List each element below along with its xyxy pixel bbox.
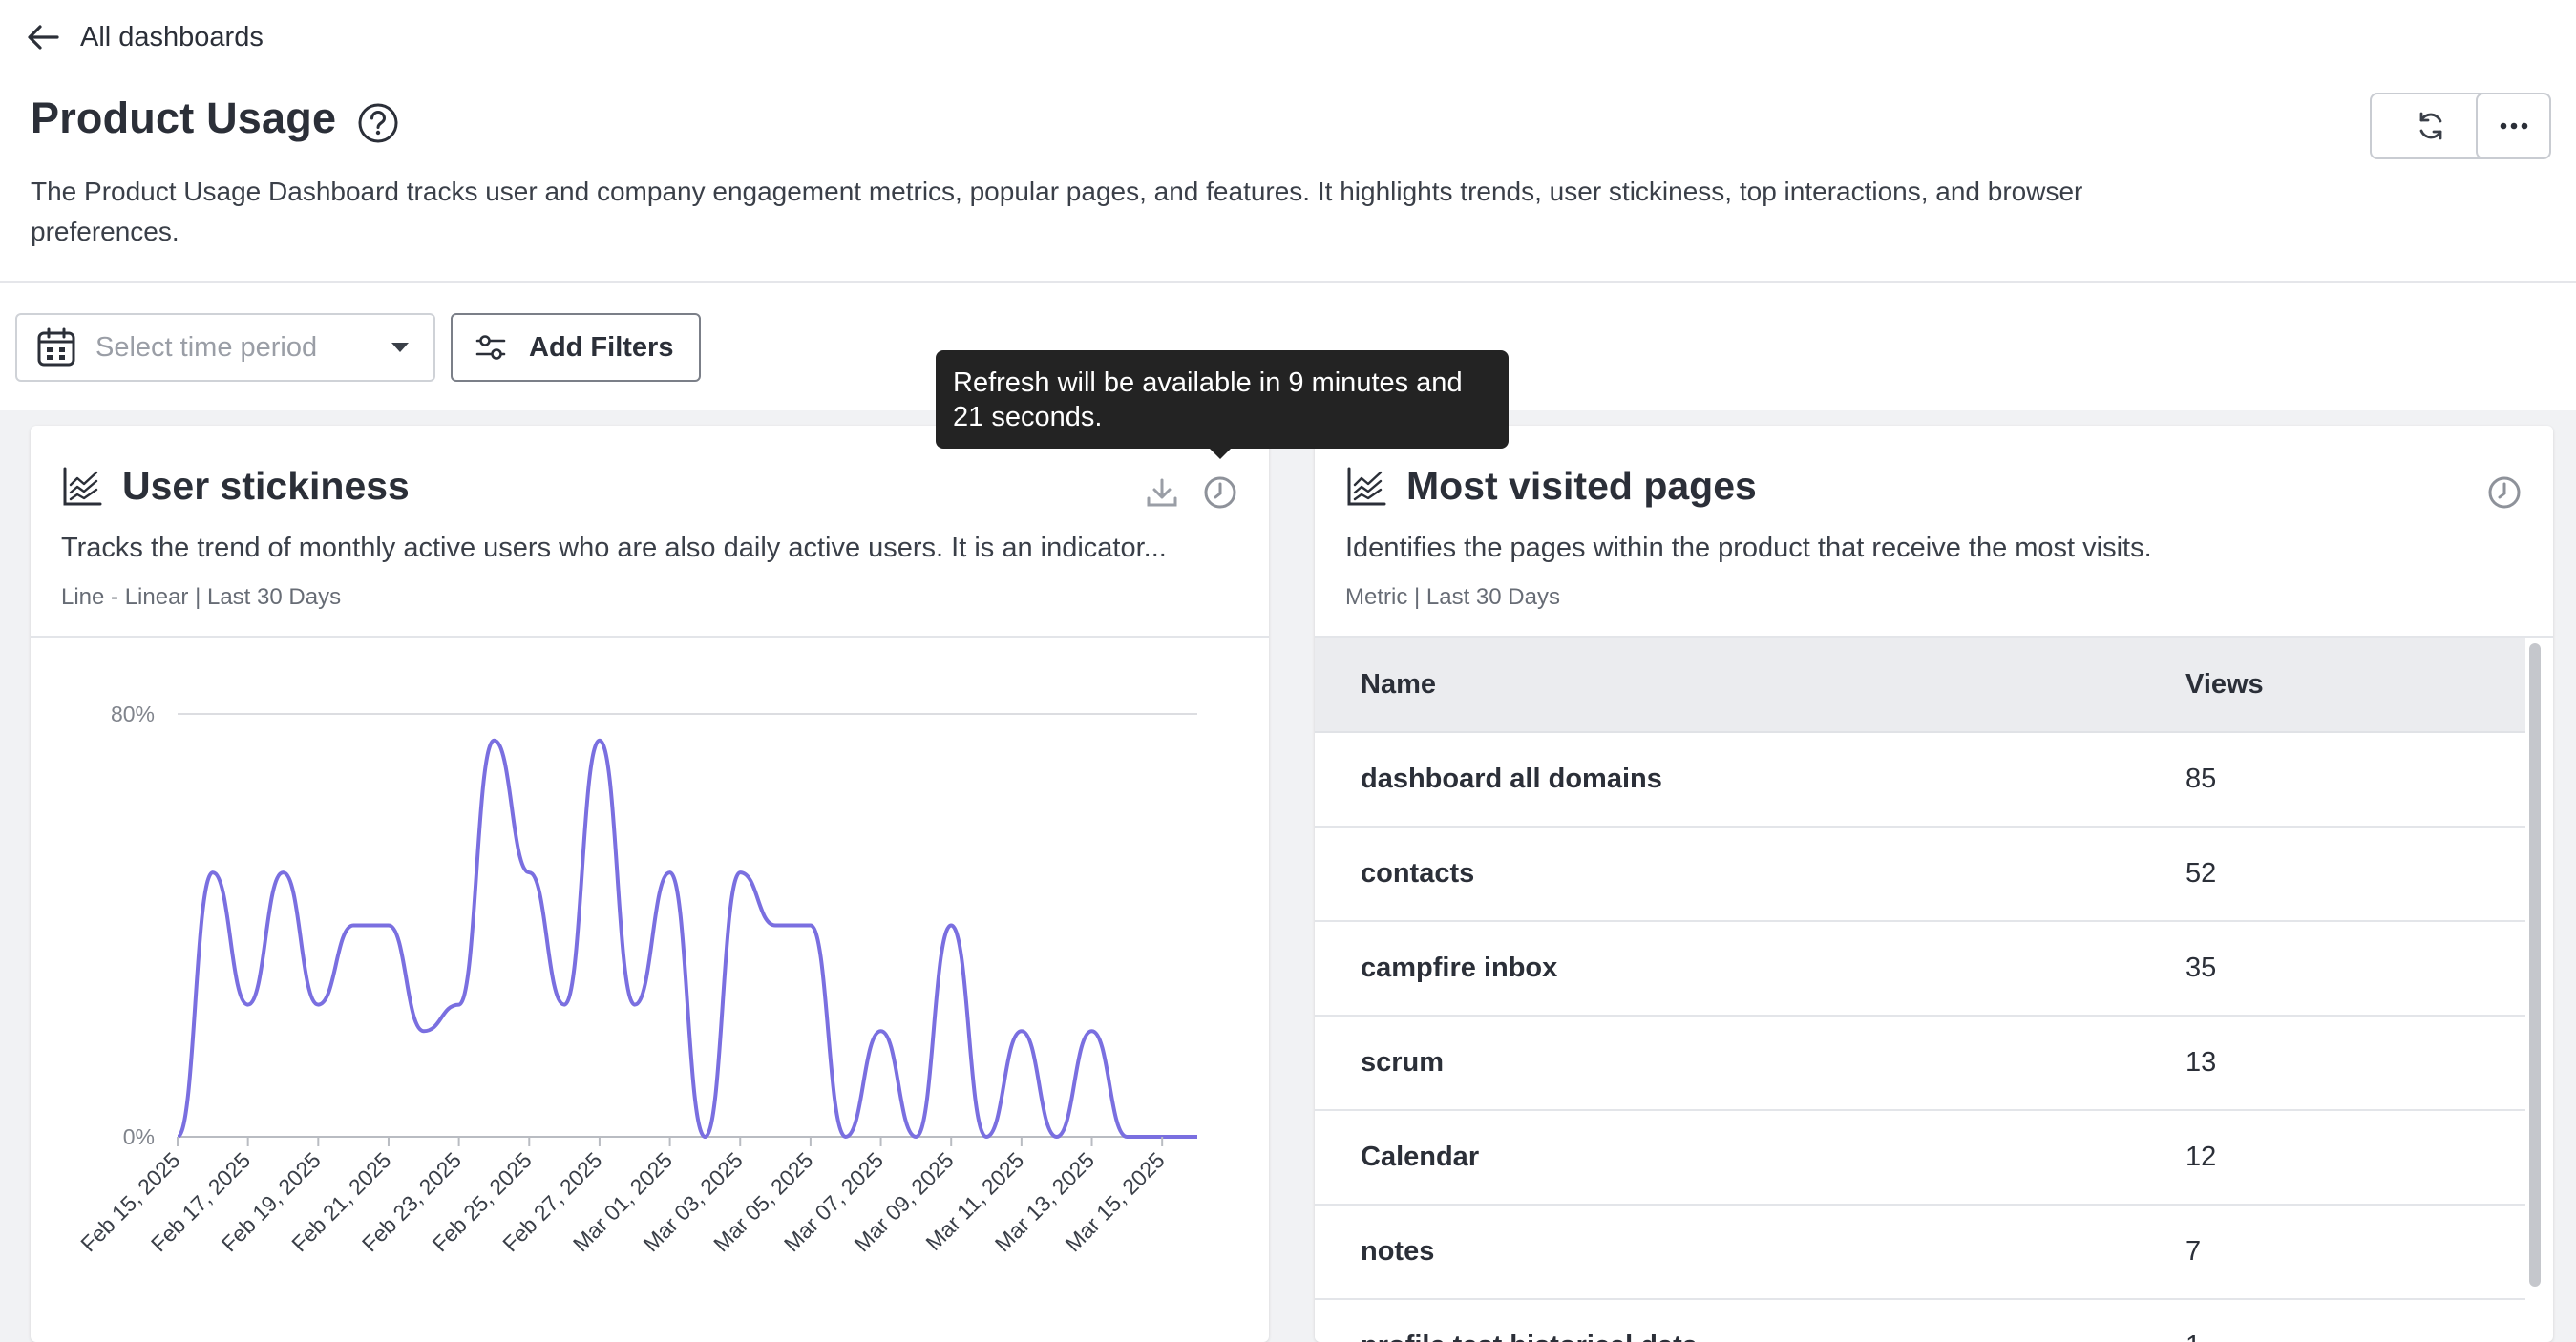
line-chart-icon [63, 467, 102, 506]
table-row[interactable]: scrum 13 [1315, 1017, 2525, 1111]
row-views: 12 [2185, 1142, 2217, 1172]
time-period-placeholder: Select time period [95, 331, 318, 363]
add-filters-label: Add Filters [529, 331, 674, 363]
table-header: Name Views [1315, 638, 2525, 733]
row-name: dashboard all domains [1361, 764, 1662, 794]
caret-down-icon [391, 343, 409, 352]
most-visited-pages-card: Most visited pages Identifies the pages … [1315, 426, 2553, 1342]
y-tick-label: 0% [123, 1124, 155, 1149]
card-meta: Metric | Last 30 Days [1345, 584, 1560, 610]
add-filters-button[interactable]: Add Filters [451, 313, 701, 382]
table-row[interactable]: notes 7 [1315, 1206, 2525, 1300]
card-title: Most visited pages [1406, 464, 1757, 508]
header-divider [0, 281, 2576, 283]
column-header-name[interactable]: Name [1315, 669, 2185, 701]
calendar-icon [37, 327, 75, 367]
pages-table: Name Views dashboard all domains 85 conta… [1315, 638, 2525, 1342]
card-meta: Line - Linear | Last 30 Days [61, 584, 342, 610]
row-name: contacts [1361, 858, 1475, 889]
clock-icon[interactable] [2487, 475, 2522, 510]
line-chart-icon [1347, 467, 1386, 506]
refresh-tooltip: Refresh will be available in 9 minutes a… [936, 350, 1509, 449]
table-row[interactable]: profile test historical data1 [1315, 1300, 2525, 1342]
row-name: Calendar [1361, 1142, 1480, 1172]
y-tick-label: 80% [111, 702, 155, 726]
ellipsis-icon [2500, 122, 2527, 130]
row-views: 13 [2185, 1047, 2217, 1078]
table-row[interactable]: campfire inbox 35 [1315, 922, 2525, 1017]
table-row[interactable]: contacts 52 [1315, 828, 2525, 922]
help-icon[interactable] [357, 102, 399, 149]
more-options-button[interactable] [2476, 93, 2551, 159]
row-views: 7 [2185, 1236, 2202, 1267]
time-period-select[interactable]: Select time period [15, 313, 435, 382]
table-scrollbar[interactable] [2529, 643, 2541, 1287]
row-name: notes [1361, 1236, 1435, 1267]
row-views: 85 [2185, 764, 2217, 794]
row-views: 35 [2185, 953, 2217, 983]
filter-sliders-icon [475, 335, 506, 360]
user-stickiness-line-chart: 80%0%Feb 15, 2025Feb 17, 2025Feb 19, 202… [75, 702, 1197, 1256]
row-name: scrum [1361, 1047, 1445, 1078]
table-row[interactable]: dashboard all domains 85 [1315, 733, 2525, 828]
row-name: profile test historical data [1315, 1331, 2185, 1342]
card-header: User stickiness Tracks the trend of mont… [31, 426, 1269, 638]
tooltip-arrow [1208, 447, 1233, 459]
card-description: Tracks the trend of monthly active users… [61, 533, 1167, 563]
download-icon[interactable] [1146, 477, 1178, 508]
refresh-icon [2419, 112, 2441, 140]
table-row[interactable]: Calendar 12 [1315, 1111, 2525, 1206]
arrow-left-icon [28, 25, 59, 50]
series-line [176, 738, 1197, 1139]
page-title: Product Usage [31, 94, 337, 142]
back-link-label: All dashboards [80, 21, 264, 52]
row-views: 52 [2185, 858, 2217, 889]
back-to-all-dashboards-link[interactable]: All dashboards [27, 17, 264, 57]
user-stickiness-card: User stickiness Tracks the trend of mont… [31, 426, 1269, 1342]
column-header-views[interactable]: Views [2185, 669, 2264, 701]
clock-icon[interactable] [1203, 475, 1237, 510]
page-description: The Product Usage Dashboard tracks user … [31, 177, 2083, 246]
refresh-button[interactable] [2370, 93, 2491, 159]
row-name: campfire inbox [1361, 953, 1558, 983]
card-title: User stickiness [122, 464, 410, 508]
card-header: Most visited pages Identifies the pages … [1315, 426, 2553, 638]
row-views: 1 [2185, 1331, 2201, 1342]
card-description: Identifies the pages within the product … [1345, 533, 2152, 563]
